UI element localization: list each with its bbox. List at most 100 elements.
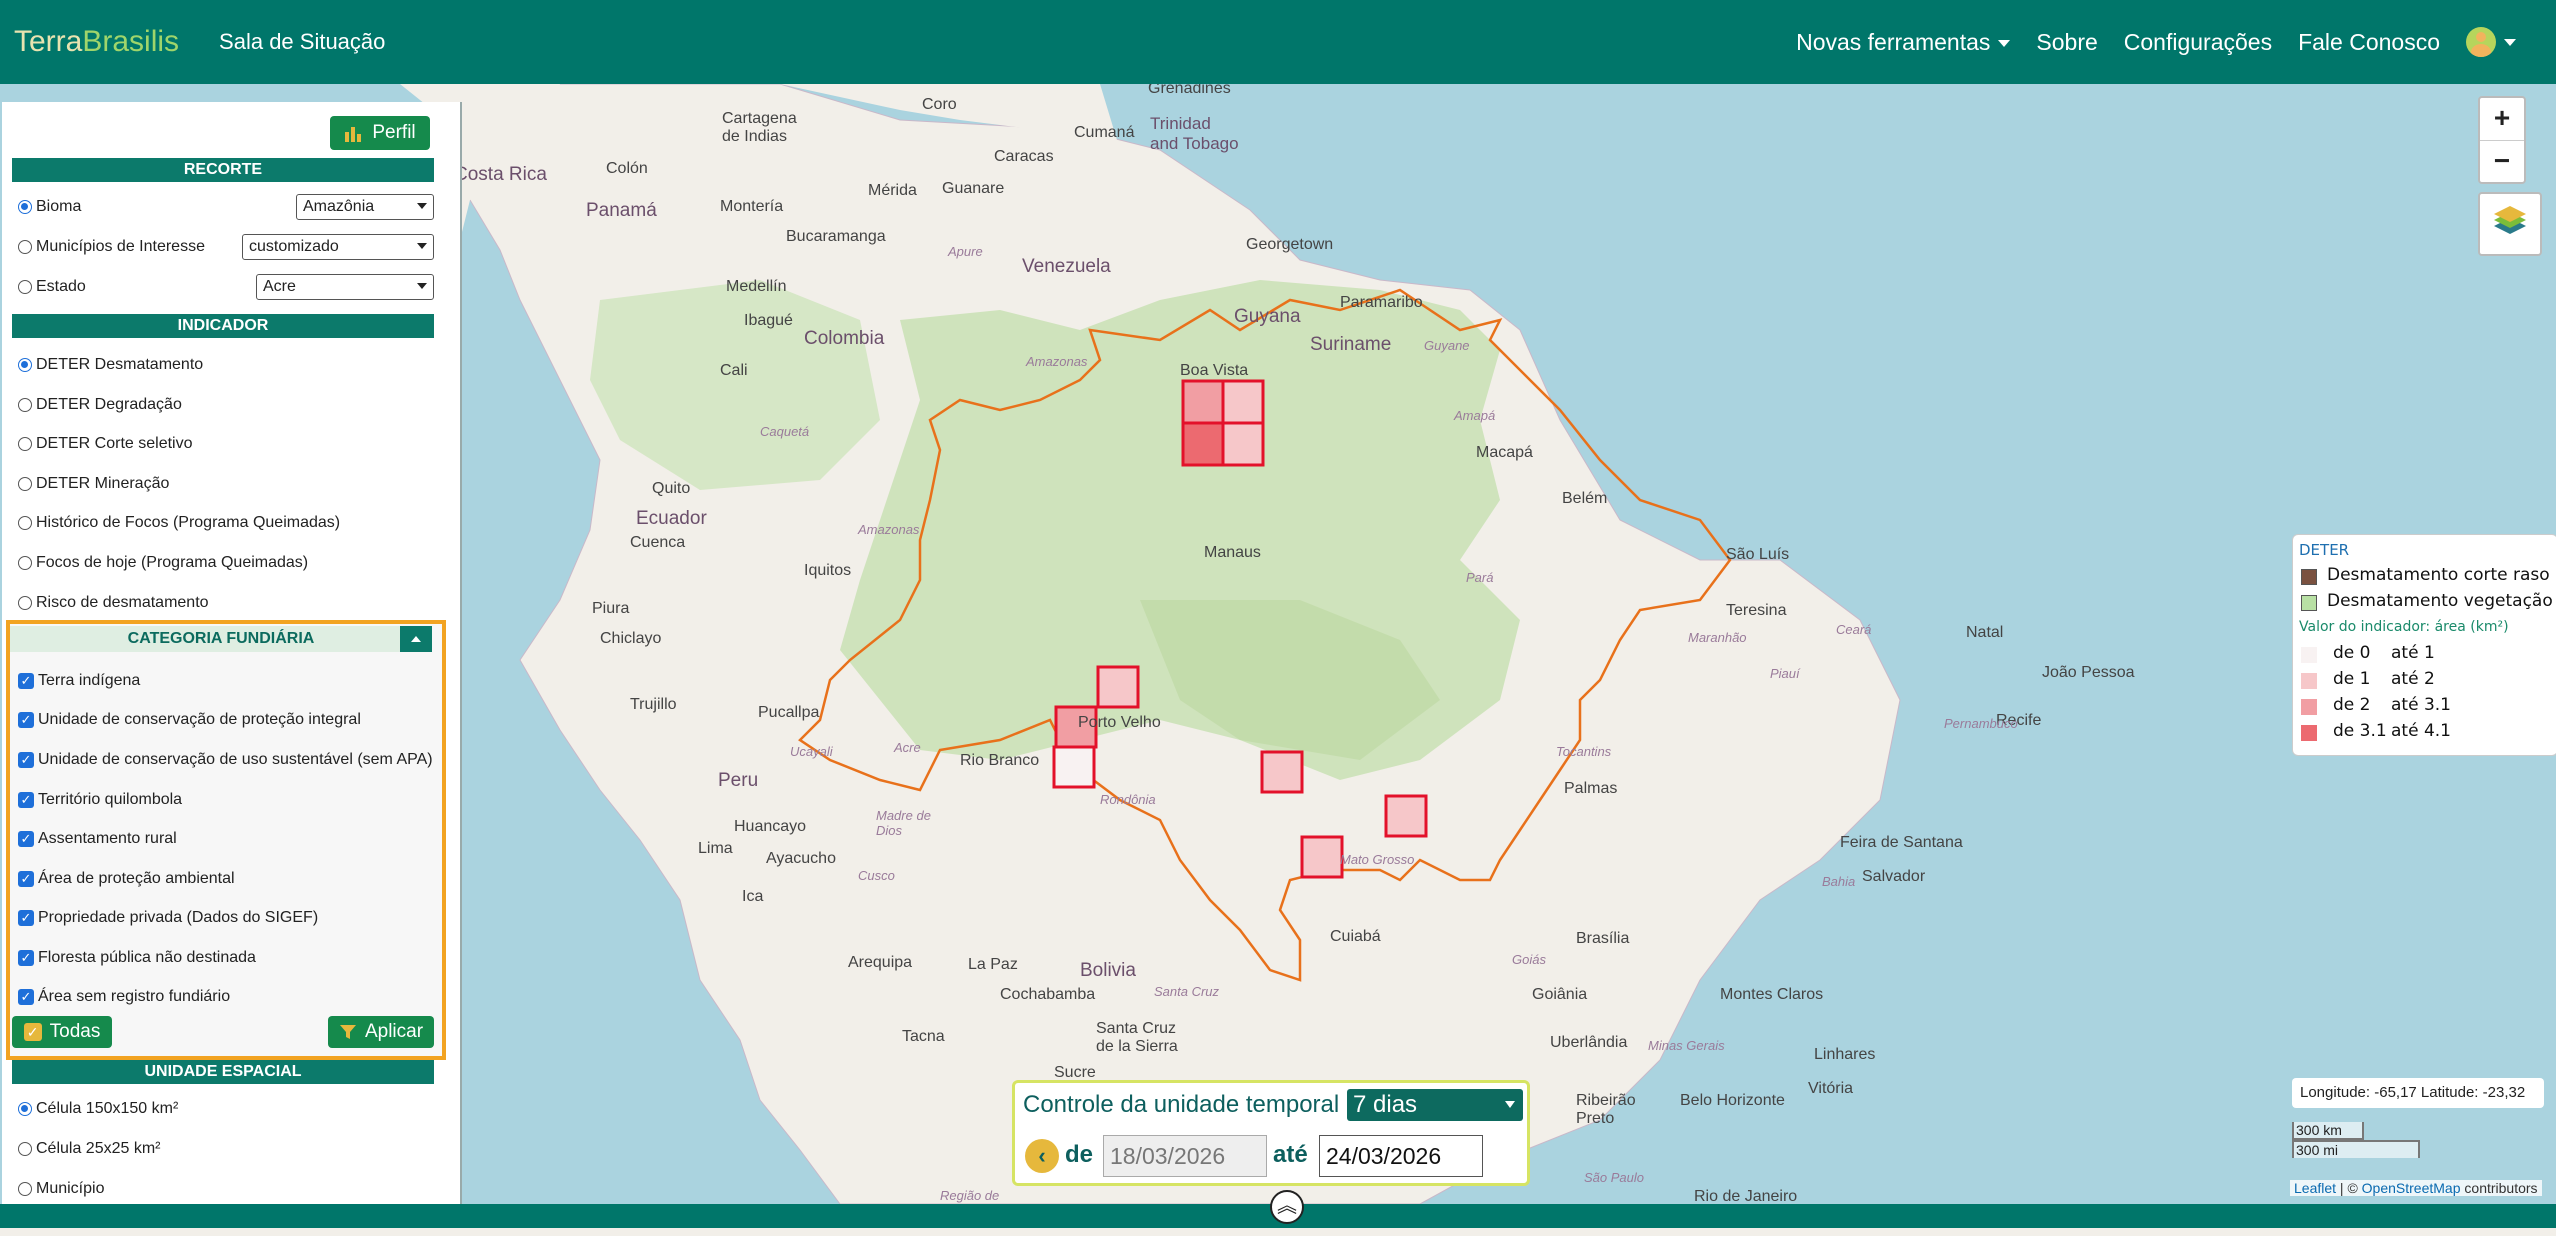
checkbox-checked-icon[interactable]: ✓	[18, 792, 34, 808]
map-label: Santa Cruz de la Sierra	[1096, 1020, 1178, 1055]
radio-button[interactable]	[18, 280, 32, 294]
map-label: Piura	[592, 600, 630, 617]
indicador-option[interactable]: DETER Desmatamento	[18, 356, 203, 374]
categoria-item[interactable]: ✓ Unidade de conservação de uso sustentáv…	[18, 751, 433, 769]
unidade-option[interactable]: Célula 25x25 km²	[18, 1140, 161, 1158]
checkbox-checked-icon[interactable]: ✓	[18, 831, 34, 847]
map-label: Huancayo	[734, 818, 807, 835]
map-attribution: Leaflet | © OpenStreetMap contributors	[2290, 1180, 2542, 1196]
layers-button[interactable]	[2478, 192, 2542, 256]
map-label: Iquitos	[804, 562, 852, 579]
radio-button[interactable]	[18, 398, 32, 412]
radio-button[interactable]	[18, 556, 32, 570]
radio-button[interactable]	[18, 1102, 32, 1116]
nav-sobre[interactable]: Sobre	[2036, 29, 2097, 56]
recorte-option-estado[interactable]: Estado	[18, 278, 86, 296]
bioma-select[interactable]: Amazônia	[296, 194, 434, 220]
map-label: Belo Horizonte	[1680, 1092, 1785, 1109]
nav-novas-ferramentas[interactable]: Novas ferramentas	[1796, 29, 2011, 56]
map-label: Natal	[1966, 624, 2004, 641]
expand-up-icon[interactable]: ︽	[1270, 1190, 1304, 1224]
zoom-in-button[interactable]: +	[2480, 98, 2524, 141]
map-label: Guanare	[942, 180, 1005, 197]
categoria-item[interactable]: ✓ Área sem registro fundiário	[18, 988, 230, 1006]
map-label: Manaus	[1204, 544, 1261, 561]
unidade-option[interactable]: Município	[18, 1180, 104, 1198]
zoom-out-button[interactable]: −	[2480, 141, 2524, 183]
map-label: Grenadines	[1148, 84, 1231, 97]
map-label: Chiclayo	[600, 630, 662, 647]
todas-button[interactable]: ✓ Todas	[12, 1016, 112, 1048]
indicador-option[interactable]: Risco de desmatamento	[18, 594, 209, 612]
indicador-option[interactable]: DETER Degradação	[18, 396, 182, 414]
map-label: Trujillo	[630, 696, 677, 713]
categoria-item[interactable]: ✓ Terra indígena	[18, 672, 140, 690]
unidade-option[interactable]: Célula 150x150 km²	[18, 1100, 178, 1118]
nav-links: Novas ferramentas Sobre Configurações Fa…	[1796, 0, 2516, 84]
indicador-option[interactable]: DETER Corte seletivo	[18, 435, 193, 453]
checkbox-checked-icon[interactable]: ✓	[18, 910, 34, 926]
chevron-down-icon	[417, 283, 427, 289]
osm-link[interactable]: OpenStreetMap	[2362, 1180, 2461, 1196]
checkbox-checked-icon[interactable]: ✓	[18, 989, 34, 1005]
map-label: Costa Rica	[454, 164, 547, 185]
radio-button[interactable]	[18, 477, 32, 491]
brand-logo[interactable]: TerraBrasilis	[14, 25, 179, 59]
municipios-select[interactable]: customizado	[242, 234, 434, 260]
categoria-item[interactable]: ✓ Unidade de conservação de proteção inte…	[18, 711, 361, 729]
checkbox-checked-icon[interactable]: ✓	[18, 752, 34, 768]
radio-button[interactable]	[18, 516, 32, 530]
previous-period-icon[interactable]: ‹	[1025, 1139, 1059, 1173]
indicador-option[interactable]: DETER Mineração	[18, 475, 169, 493]
indicador-option[interactable]: Histórico de Focos (Programa Queimadas)	[18, 514, 340, 532]
radio-button[interactable]	[18, 596, 32, 610]
legend-label: Desmatamento vegetação	[2327, 591, 2553, 611]
map-label: Montes Claros	[1720, 986, 1824, 1003]
chevron-down-icon	[1998, 39, 2011, 47]
nav-fale-conosco[interactable]: Fale Conosco	[2298, 29, 2440, 56]
avatar	[2466, 27, 2496, 57]
indicador-option[interactable]: Focos de hoje (Programa Queimadas)	[18, 554, 308, 572]
aplicar-button[interactable]: Aplicar	[328, 1016, 434, 1048]
categoria-item[interactable]: ✓ Floresta pública não destinada	[18, 949, 256, 967]
checkbox-checked-icon[interactable]: ✓	[18, 673, 34, 689]
categoria-item[interactable]: ✓ Área de proteção ambiental	[18, 870, 235, 888]
nav-subtitle[interactable]: Sala de Situação	[219, 29, 385, 55]
date-from-input[interactable]: 18/03/2026	[1103, 1135, 1267, 1177]
chevron-down-icon	[1505, 1101, 1515, 1108]
radio-button[interactable]	[18, 1142, 32, 1156]
recorte-option-bioma[interactable]: Bioma	[18, 198, 81, 216]
recorte-option-municipios[interactable]: Municípios de Interesse	[18, 238, 205, 256]
perfil-button[interactable]: Perfil	[330, 116, 430, 150]
checkbox-checked-icon[interactable]: ✓	[18, 712, 34, 728]
categoria-item[interactable]: ✓ Propriedade privada (Dados do SIGEF)	[18, 909, 318, 927]
radio-button[interactable]	[18, 1182, 32, 1196]
map-label: Ceará	[1836, 622, 1872, 637]
radio-button[interactable]	[18, 200, 32, 214]
date-to-input[interactable]: 24/03/2026	[1319, 1135, 1483, 1177]
unidade-header: UNIDADE ESPACIAL	[12, 1060, 434, 1084]
option-label: Municípios de Interesse	[36, 238, 205, 255]
checkbox-checked-icon[interactable]: ✓	[18, 871, 34, 887]
leaflet-link[interactable]: Leaflet	[2294, 1180, 2336, 1196]
collapse-toggle-icon[interactable]	[400, 626, 432, 652]
map-label: Macapá	[1476, 444, 1533, 461]
chevron-down-icon	[417, 203, 427, 209]
checkbox-checked-icon[interactable]: ✓	[18, 950, 34, 966]
option-label: Célula 150x150 km²	[36, 1100, 179, 1117]
estado-select[interactable]: Acre	[256, 274, 434, 300]
map-label: Cuenca	[630, 534, 686, 551]
radio-button[interactable]	[18, 240, 32, 254]
categoria-item[interactable]: ✓ Território quilombola	[18, 791, 182, 809]
categoria-item[interactable]: ✓ Assentamento rural	[18, 830, 177, 848]
item-label: Assentamento rural	[38, 830, 177, 847]
map-label: Pará	[1466, 570, 1494, 585]
radio-button[interactable]	[18, 358, 32, 372]
user-menu[interactable]	[2466, 27, 2516, 57]
period-select[interactable]: 7 dias	[1347, 1089, 1523, 1121]
attribution-tail: contributors	[2460, 1180, 2538, 1196]
radio-button[interactable]	[18, 437, 32, 451]
map-label: Arequipa	[848, 954, 913, 971]
nav-configuracoes[interactable]: Configurações	[2124, 29, 2272, 56]
chevron-down-icon	[417, 243, 427, 249]
